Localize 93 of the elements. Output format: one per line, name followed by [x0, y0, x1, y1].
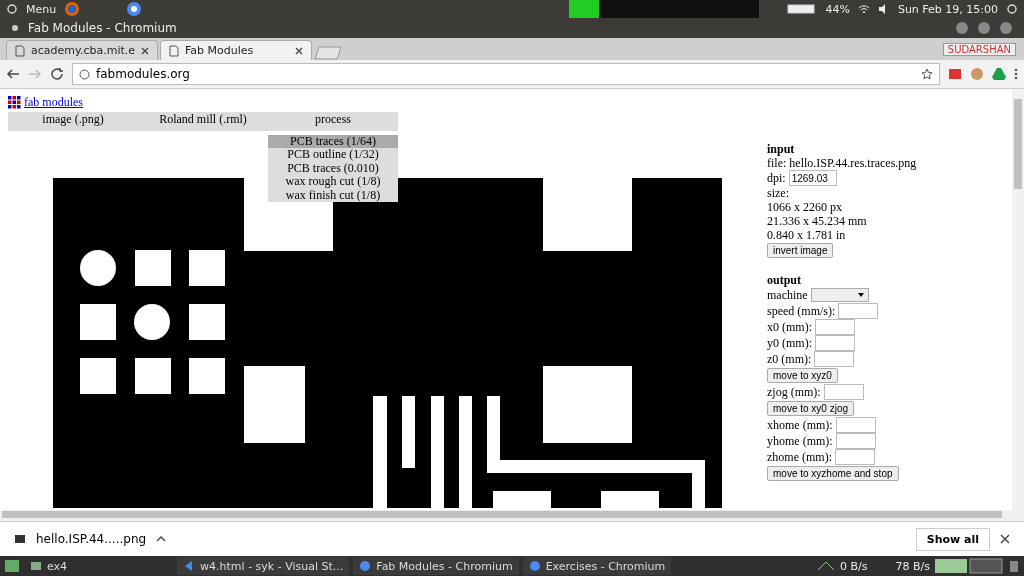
reload-icon — [50, 67, 64, 81]
info-icon — [79, 68, 90, 80]
network-icon — [816, 560, 837, 572]
input-field[interactable] — [835, 449, 875, 465]
taskbar-item[interactable]: Exercises - Chromium — [522, 557, 672, 575]
upload-speed: 78 B/s — [895, 559, 930, 573]
field-label: yhome (mm): — [767, 434, 833, 448]
menu-icon — [4, 559, 20, 573]
menu-item[interactable]: process — [268, 112, 398, 131]
input-field[interactable] — [835, 433, 876, 449]
taskbar-item[interactable]: w4.html - syk - Visual St... — [177, 557, 350, 575]
machine-select[interactable] — [810, 288, 869, 302]
folder-icon — [30, 560, 42, 572]
download-file-name[interactable]: hello.ISP.44.....png — [36, 532, 147, 546]
input-field[interactable] — [838, 303, 879, 319]
field-label: dpi: — [767, 171, 786, 185]
back-icon — [6, 67, 20, 81]
field-label: z0 (mm): — [767, 352, 812, 366]
new-tab-icon — [314, 46, 342, 60]
browser-icon — [528, 560, 541, 572]
field-label: y0 (mm): — [767, 336, 812, 350]
caret-icon — [857, 293, 864, 297]
file-icon — [14, 534, 26, 544]
invert-image-button[interactable]: invert image — [767, 243, 834, 258]
scrollbar[interactable] — [1012, 89, 1024, 510]
clock: Sun Feb 19, 15:00 — [897, 2, 998, 16]
battery-percent: 44% — [825, 2, 850, 16]
wifi-icon — [857, 3, 870, 15]
trash-icon — [1008, 559, 1020, 573]
show-all-button[interactable]: Show all — [915, 527, 990, 551]
browser-icon — [64, 1, 81, 17]
input-field[interactable] — [815, 319, 855, 335]
file-name: file: hello.ISP.44.res.traces.png — [767, 156, 917, 170]
field-label: speed (mm/s): — [767, 304, 836, 318]
input-field[interactable] — [835, 417, 876, 433]
close-icon — [1000, 534, 1010, 544]
drive-icon — [992, 67, 1006, 81]
field-label: x0 (mm): — [767, 320, 812, 334]
dropdown-item[interactable]: wax rough cut (1/8) — [268, 175, 398, 189]
field-label: machine — [767, 288, 808, 302]
size-value: 0.840 x 1.781 in — [767, 228, 847, 242]
battery-icon — [787, 3, 818, 15]
browser-icon — [359, 560, 372, 572]
power-icon — [6, 3, 18, 15]
browser-tab[interactable]: Fab Modules — [160, 40, 312, 60]
size-value: 1066 x 2260 px — [767, 200, 843, 214]
dropdown-item[interactable]: PCB traces (0.010) — [268, 161, 398, 176]
download-speed: 0 B/s — [840, 559, 868, 573]
window-control-icon — [978, 22, 990, 34]
window-title: Fab Modules - Chromium — [28, 21, 177, 35]
menu-item[interactable]: Roland mill (.rml) — [138, 112, 268, 131]
dropdown-item[interactable]: wax finish cut (1/8) — [268, 188, 398, 202]
page-icon — [169, 44, 179, 57]
address-field[interactable]: fabmodules.org — [72, 63, 940, 85]
dropdown-item[interactable]: PCB outline (1/32) — [268, 148, 398, 162]
taskbar-item[interactable]: ex4 — [24, 557, 74, 575]
window-control-icon — [956, 22, 968, 34]
browser-tab[interactable]: academy.cba.mit.e — [6, 40, 158, 60]
action-button[interactable]: move to xy0 zjog — [767, 401, 855, 416]
action-button[interactable]: move to xyz0 — [767, 368, 838, 383]
menu-item[interactable]: image (.png) — [8, 112, 138, 131]
profile-name[interactable]: SUDARSHAN — [942, 43, 1016, 56]
extension-icon — [948, 67, 962, 81]
close-icon[interactable] — [295, 46, 303, 55]
star-icon[interactable] — [921, 68, 933, 80]
power-icon — [1006, 3, 1018, 15]
input-field[interactable] — [815, 335, 855, 351]
window-control-icon — [1000, 22, 1012, 34]
close-icon[interactable] — [141, 46, 149, 55]
section-heading: output — [767, 273, 802, 287]
field-label: xhome (mm): — [767, 418, 833, 432]
menu-label[interactable]: Menu — [26, 2, 57, 16]
grid-icon — [8, 95, 21, 109]
input-field[interactable] — [823, 384, 864, 400]
size-value: 21.336 x 45.234 mm — [767, 214, 868, 228]
menu-icon — [1014, 67, 1018, 81]
workspace-icon — [934, 558, 1004, 574]
taskbar-item[interactable]: Fab Modules - Chromium — [353, 557, 519, 575]
dpi-field[interactable]: 1269.03 — [788, 170, 837, 186]
field-label: size: — [767, 186, 790, 200]
forward-icon — [28, 67, 42, 81]
scrollbar[interactable] — [0, 510, 1024, 521]
field-label: zjog (mm): — [767, 385, 821, 399]
chevron-up-icon — [156, 536, 167, 542]
extension-icon — [970, 67, 984, 81]
browser-icon — [126, 1, 143, 17]
page-icon — [15, 44, 25, 57]
input-field[interactable] — [814, 351, 855, 367]
dropdown-item[interactable]: PCB traces (1/64) — [268, 135, 398, 149]
home-link[interactable]: fab modules — [24, 94, 83, 110]
section-heading: input — [767, 142, 796, 156]
action-button[interactable]: move to xyzhome and stop — [767, 466, 899, 481]
field-label: zhome (mm): — [767, 450, 832, 464]
